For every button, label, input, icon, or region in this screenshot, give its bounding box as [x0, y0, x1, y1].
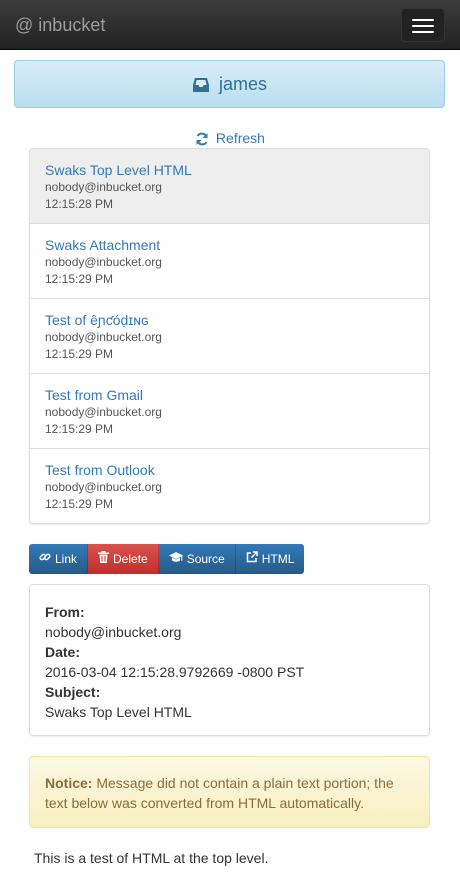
- brand-link[interactable]: @ inbucket: [15, 13, 105, 37]
- message-date: 12:15:29 PM: [45, 347, 114, 361]
- message-list: Swaks Top Level HTML nobody@inbucket.org…: [29, 148, 430, 524]
- link-label: Link: [55, 552, 78, 566]
- hamburger-menu-button[interactable]: [401, 8, 445, 42]
- message-list-item[interactable]: Test of êɲƈóḍɪɴɢ nobody@inbucket.org 12:…: [30, 299, 429, 374]
- external-link-icon: [246, 544, 258, 574]
- html-button[interactable]: HTML: [235, 544, 305, 574]
- link-button[interactable]: Link: [29, 544, 89, 574]
- from-label: From:: [45, 604, 85, 620]
- date-value: 2016-03-04 12:15:28.9792669 -0800 PST: [45, 664, 305, 680]
- graduation-cap-icon: [168, 544, 183, 574]
- from-value: nobody@inbucket.org: [45, 624, 182, 640]
- message-from: nobody@inbucket.org: [45, 480, 162, 494]
- inbox-icon: [192, 74, 219, 94]
- subject-label: Subject:: [45, 684, 101, 700]
- mailbox-name: james: [219, 74, 268, 94]
- message-subject: Test from Gmail: [45, 387, 144, 403]
- message-subject: Swaks Top Level HTML: [45, 162, 192, 178]
- message-header-panel: From: nobody@inbucket.org Date: 2016-03-…: [29, 584, 430, 736]
- message-body: This is a test of HTML at the top level.: [34, 850, 269, 866]
- date-label: Date:: [45, 644, 81, 660]
- message-subject: Test of êɲƈóḍɪɴɢ: [45, 312, 149, 328]
- message-from: nobody@inbucket.org: [45, 330, 162, 344]
- message-from: nobody@inbucket.org: [45, 180, 162, 194]
- message-subject: Test from Outlook: [45, 462, 155, 478]
- message-from: nobody@inbucket.org: [45, 255, 162, 269]
- message-subject: Swaks Attachment: [45, 237, 161, 253]
- hamburger-menu-icon: [412, 19, 434, 21]
- navbar: @ inbucket: [0, 0, 460, 50]
- notice-alert: Notice: Message did not contain a plain …: [29, 756, 430, 828]
- message-date: 12:15:28 PM: [45, 197, 114, 211]
- message-date: 12:15:29 PM: [45, 497, 114, 511]
- message-from: nobody@inbucket.org: [45, 405, 162, 419]
- refresh-icon: [195, 130, 216, 146]
- link-icon: [39, 544, 51, 574]
- message-date: 12:15:29 PM: [45, 272, 114, 286]
- source-button[interactable]: Source: [158, 544, 236, 574]
- html-label: HTML: [261, 552, 295, 566]
- refresh-link[interactable]: Refresh: [0, 128, 460, 148]
- subject-value: Swaks Top Level HTML: [45, 704, 192, 720]
- delete-button[interactable]: Delete: [88, 544, 159, 574]
- refresh-label: Refresh: [215, 130, 265, 146]
- at-sign-icon: @: [15, 15, 34, 35]
- trash-icon: [98, 544, 110, 574]
- message-list-item[interactable]: Swaks Attachment nobody@inbucket.org 12:…: [30, 224, 429, 299]
- message-list-item[interactable]: Swaks Top Level HTML nobody@inbucket.org…: [30, 149, 429, 224]
- message-actions: Link Delete Source HTML: [29, 544, 305, 574]
- brand-name: inbucket: [38, 15, 106, 35]
- message-list-item[interactable]: Test from Outlook nobody@inbucket.org 12…: [30, 449, 429, 523]
- delete-label: Delete: [113, 552, 148, 566]
- message-date: 12:15:29 PM: [45, 422, 114, 436]
- notice-text: Message did not contain a plain text por…: [45, 775, 394, 811]
- notice-label: Notice:: [45, 775, 93, 791]
- mailbox-banner: james: [14, 60, 445, 108]
- source-label: Source: [186, 552, 225, 566]
- message-list-item[interactable]: Test from Gmail nobody@inbucket.org 12:1…: [30, 374, 429, 449]
